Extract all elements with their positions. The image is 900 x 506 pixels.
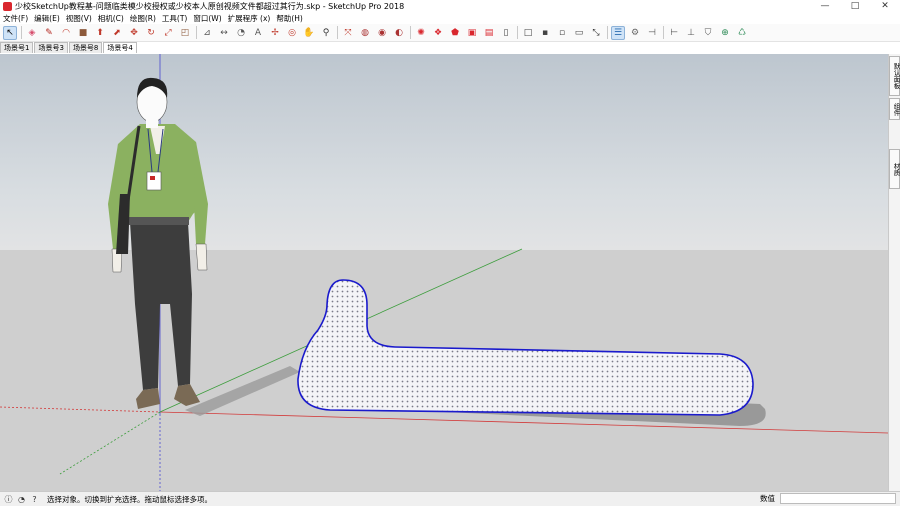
eraser-icon[interactable]: ◈: [25, 26, 39, 40]
window-controls: — □ ✕: [810, 0, 900, 13]
arc-icon[interactable]: ◠: [59, 26, 73, 40]
scene-tab[interactable]: 场景号1: [0, 42, 34, 53]
section-cut-icon[interactable]: ⊢: [667, 26, 681, 40]
zoom-extents-icon[interactable]: ⤧: [341, 26, 355, 40]
red-axis-dashed: [0, 406, 161, 413]
right-view-icon[interactable]: ▫: [555, 26, 569, 40]
status-bar: ⓘ ◔ ? 选择对象。切换到扩充选择。拖动鼠标选择多项。 数值: [0, 491, 900, 506]
menu-extensions[interactable]: 扩展程序 (x): [228, 13, 271, 24]
recycle-icon[interactable]: ♺: [735, 26, 749, 40]
follow-me-icon[interactable]: ⬈: [110, 26, 124, 40]
scene-tabs: 场景号1 场景号3 场景号8 场景号4: [0, 42, 138, 53]
menu-window[interactable]: 窗口(W): [193, 13, 221, 24]
tray-tab-materials[interactable]: 材质: [889, 149, 900, 189]
tray-tab-components[interactable]: 组件: [889, 98, 900, 120]
warehouse-icon[interactable]: ◍: [358, 26, 372, 40]
materials-icon[interactable]: ⬟: [448, 26, 462, 40]
protractor-icon[interactable]: ◔: [234, 26, 248, 40]
toolbar-separator: [21, 26, 22, 39]
section-fill-icon[interactable]: ⊥: [684, 26, 698, 40]
zoom-icon[interactable]: ⚲: [319, 26, 333, 40]
expand-icon[interactable]: ⤡: [589, 26, 603, 40]
toolbar-separator: [337, 26, 338, 39]
add-location-icon[interactable]: ⊕: [718, 26, 732, 40]
menu-edit[interactable]: 编辑(E): [34, 13, 60, 24]
menu-camera[interactable]: 相机(C): [98, 13, 124, 24]
front-view-icon[interactable]: ▪: [538, 26, 552, 40]
shield-icon[interactable]: ⛉: [701, 26, 715, 40]
model-canvas[interactable]: [0, 54, 888, 491]
minimize-button[interactable]: —: [810, 0, 840, 13]
push-pull-icon[interactable]: ⬆: [93, 26, 107, 40]
menu-file[interactable]: 文件(F): [3, 13, 28, 24]
offset-icon[interactable]: ◰: [178, 26, 192, 40]
title-bar: 少校SketchUp教程基-问题临类模少校授权或少校本人原创视频文件都超过其行为…: [0, 0, 900, 13]
layout-icon[interactable]: ◐: [392, 26, 406, 40]
outliner-icon[interactable]: ☰: [611, 25, 625, 40]
maximize-button[interactable]: □: [840, 0, 870, 13]
extension-warehouse-icon[interactable]: ◉: [375, 26, 389, 40]
main-toolbar: ↖ ◈ ✎ ◠ ■ ⬆ ⬈ ✥ ↻ ⤢ ◰ ⊿ ↔ ◔ A ✢ ◎ ✋ ⚲ ⤧ ◍ ◉ ◐ ✺ ❖ ⬟ ▣ ▤ ▯ □ ▪ ▫ ▭ ⤡ ☰ ⚙ ⊣ ⊢ ⊥ ⛉…: [0, 24, 900, 42]
pan-icon[interactable]: ✋: [302, 26, 316, 40]
info-icon[interactable]: ⓘ: [4, 495, 13, 504]
toolbar-separator: [517, 26, 518, 39]
back-view-icon[interactable]: ▭: [572, 26, 586, 40]
shadows-icon[interactable]: ▤: [482, 26, 496, 40]
window-title: 少校SketchUp教程基-问题临类模少校授权或少校本人原创视频文件都超过其行为…: [15, 2, 405, 11]
scene-tab[interactable]: 场景号4: [103, 42, 137, 53]
toolbar-separator: [663, 26, 664, 39]
rotate-icon[interactable]: ↻: [144, 26, 158, 40]
selected-face[interactable]: [297, 279, 754, 416]
gear-icon[interactable]: ✺: [414, 26, 428, 40]
toolbar-separator: [607, 26, 608, 39]
toolbar-separator: [196, 26, 197, 39]
section-plane-icon[interactable]: ⊣: [645, 26, 659, 40]
scene-tab[interactable]: 场景号8: [68, 42, 103, 53]
text-icon[interactable]: A: [251, 26, 265, 40]
dimension-icon[interactable]: ↔: [217, 26, 231, 40]
drawing-area[interactable]: [0, 54, 888, 491]
settings-icon[interactable]: ⚙: [628, 26, 642, 40]
measurements-label: 数值: [760, 494, 775, 503]
components-icon[interactable]: ❖: [431, 26, 445, 40]
move-icon[interactable]: ✥: [127, 26, 141, 40]
top-view-icon[interactable]: □: [521, 26, 535, 40]
select-icon[interactable]: ↖: [3, 25, 17, 40]
toolbar-separator: [410, 26, 411, 39]
line-icon[interactable]: ✎: [42, 26, 56, 40]
scale-icon[interactable]: ⤢: [161, 26, 175, 40]
orbit-icon[interactable]: ◎: [285, 26, 299, 40]
axes-icon[interactable]: ✢: [268, 26, 282, 40]
sketchup-logo-icon: [3, 2, 12, 11]
shape-icon[interactable]: ■: [76, 26, 90, 40]
tape-measure-icon[interactable]: ⊿: [200, 26, 214, 40]
close-button[interactable]: ✕: [870, 0, 900, 13]
styles-icon[interactable]: ▣: [465, 26, 479, 40]
person-shadow: [185, 366, 300, 416]
scene-tab[interactable]: 场景号3: [34, 42, 68, 53]
user-icon[interactable]: ◔: [17, 495, 26, 504]
tray-tab-default[interactable]: 默认面板: [889, 56, 900, 96]
status-message: 选择对象。切换到扩充选择。拖动鼠标选择多项。: [47, 494, 212, 504]
menu-help[interactable]: 帮助(H): [276, 13, 303, 24]
green-axis-dashed: [59, 411, 161, 475]
menu-draw[interactable]: 绘图(R): [130, 13, 156, 24]
menu-bar: 文件(F) 编辑(E) 视图(V) 相机(C) 绘图(R) 工具(T) 窗口(W…: [0, 13, 900, 24]
help-icon[interactable]: ?: [30, 495, 39, 504]
iso-view-icon[interactable]: ▯: [499, 26, 513, 40]
menu-view[interactable]: 视图(V): [66, 13, 92, 24]
menu-tools[interactable]: 工具(T): [162, 13, 187, 24]
default-tray: 默认面板 组件 材质: [888, 54, 900, 491]
person-figure: [108, 77, 208, 409]
measurements-input[interactable]: [780, 493, 896, 504]
